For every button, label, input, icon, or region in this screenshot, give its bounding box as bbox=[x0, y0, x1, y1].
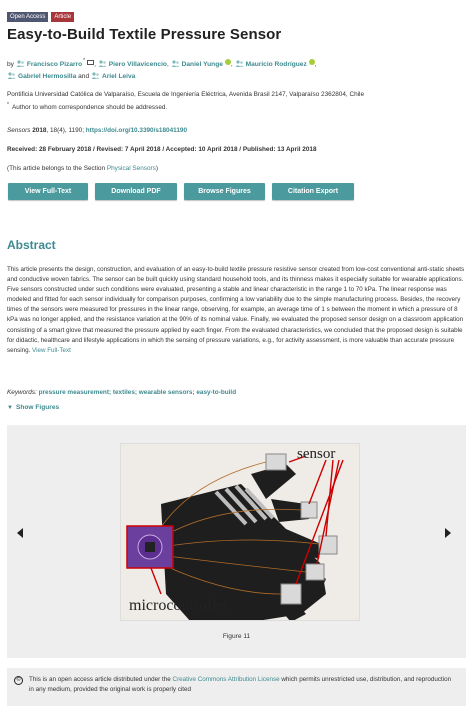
affiliation: Pontificia Universidad Católica de Valpa… bbox=[7, 90, 364, 113]
keywords-list[interactable]: pressure measurement; textiles; wearable… bbox=[39, 389, 236, 396]
and-label: and bbox=[78, 73, 90, 80]
author-name[interactable]: Piero Villavicencio bbox=[109, 61, 167, 68]
figure-image[interactable]: sensor microcontroller bbox=[120, 443, 360, 621]
badges: Open Access Article bbox=[7, 12, 75, 22]
section-prefix: (This article belongs to the Section bbox=[7, 165, 107, 172]
author-name[interactable]: Francisco Pizarro bbox=[27, 61, 82, 68]
journal-name: Sensors bbox=[7, 127, 31, 134]
author-item[interactable]: Mauricio Rodríguez, bbox=[235, 59, 317, 68]
citation-line: Sensors 2018, 18(4), 1190; https://doi.o… bbox=[7, 127, 187, 134]
show-figures-label: Show Figures bbox=[15, 404, 60, 411]
show-figures-toggle[interactable]: ▼ Show Figures bbox=[7, 404, 59, 411]
author-icon bbox=[235, 60, 244, 67]
author-name[interactable]: Gabriel Hermosilla bbox=[18, 73, 76, 80]
sensor-label: sensor bbox=[297, 446, 335, 462]
doi-link[interactable]: https://doi.org/10.3390/s18041190 bbox=[86, 127, 187, 134]
citation-export-button[interactable]: Citation Export bbox=[272, 183, 354, 200]
correspondence-note: * Author to whom correspondence should be… bbox=[7, 100, 364, 113]
sensor-pad bbox=[265, 453, 287, 471]
open-access-badge[interactable]: Open Access bbox=[7, 12, 49, 22]
author-icon bbox=[171, 60, 180, 67]
publication-dates: Received: 28 February 2018 / Revised: 7 … bbox=[7, 146, 317, 153]
author-item[interactable]: Piero Villavicencio, bbox=[98, 60, 171, 68]
view-full-text-link[interactable]: View Full-Text bbox=[32, 347, 71, 354]
license-box: © This is an open access article distrib… bbox=[7, 668, 466, 706]
glove-photo: sensor microcontroller bbox=[121, 444, 359, 620]
author-item[interactable]: Daniel Yunge, bbox=[171, 59, 235, 68]
correspondence-text: Author to whom correspondence should be … bbox=[11, 104, 168, 111]
author-item[interactable]: Ariel Leiva bbox=[91, 72, 135, 80]
view-full-text-button[interactable]: View Full-Text bbox=[8, 183, 88, 200]
license-prefix: This is an open access article distribut… bbox=[29, 676, 173, 683]
license-link[interactable]: Creative Commons Attribution License bbox=[173, 676, 280, 683]
mail-icon[interactable] bbox=[87, 60, 95, 65]
browse-figures-button[interactable]: Browse Figures bbox=[184, 183, 265, 200]
by-label: by bbox=[7, 61, 14, 68]
article-page: Open Access Article Easy-to-Build Textil… bbox=[0, 0, 475, 716]
previous-arrow-icon[interactable] bbox=[17, 528, 23, 538]
sensor-pad bbox=[305, 563, 325, 581]
volume-pages: , 18(4), 1190; bbox=[46, 127, 84, 134]
keywords-label: Keywords: bbox=[7, 389, 37, 396]
author-icon bbox=[16, 60, 25, 67]
creative-commons-icon: © bbox=[14, 676, 23, 685]
author-icon bbox=[7, 72, 16, 79]
author-list: by Francisco Pizarro*, Piero Villavicenc… bbox=[7, 55, 447, 83]
citation-year: 2018 bbox=[32, 127, 47, 134]
next-arrow-icon[interactable] bbox=[445, 528, 451, 538]
abstract-body: This article presents the design, constr… bbox=[7, 265, 467, 356]
author-name[interactable]: Mauricio Rodríguez bbox=[246, 61, 307, 68]
section-suffix: ) bbox=[155, 165, 158, 172]
author-name[interactable]: Daniel Yunge bbox=[182, 61, 223, 68]
author-item[interactable]: Francisco Pizarro*, bbox=[16, 58, 98, 68]
abstract-heading: Abstract bbox=[7, 238, 56, 252]
section-link[interactable]: Physical Sensors bbox=[107, 165, 156, 172]
triangle-down-icon: ▼ bbox=[7, 405, 13, 411]
orcid-icon[interactable] bbox=[224, 59, 231, 65]
figure-caption: Figure 11 bbox=[222, 633, 251, 640]
correspondence-mark: * bbox=[7, 102, 9, 108]
article-type-badge: Article bbox=[51, 12, 75, 22]
keywords: Keywords: pressure measurement; textiles… bbox=[7, 389, 236, 396]
orcid-icon[interactable] bbox=[308, 59, 315, 65]
author-icon bbox=[91, 72, 100, 79]
download-pdf-button[interactable]: Download PDF bbox=[95, 183, 177, 200]
corresponding-mark: * bbox=[83, 58, 86, 64]
abstract-text: This article presents the design, constr… bbox=[7, 266, 465, 354]
action-buttons: View Full-Text Download PDF Browse Figur… bbox=[8, 183, 354, 200]
article-title: Easy-to-Build Textile Pressure Sensor bbox=[7, 26, 282, 43]
microcontroller-label: microcontroller bbox=[129, 597, 229, 614]
author-name[interactable]: Ariel Leiva bbox=[102, 73, 135, 80]
sensor-pad bbox=[280, 583, 302, 605]
author-item[interactable]: Gabriel Hermosilla bbox=[7, 72, 78, 80]
figure-viewer: sensor microcontroller Figure 11 bbox=[7, 425, 466, 658]
author-icon bbox=[98, 60, 107, 67]
section-note: (This article belongs to the Section Phy… bbox=[7, 165, 158, 172]
affiliation-line: Pontificia Universidad Católica de Valpa… bbox=[7, 91, 365, 98]
sensor-pad bbox=[300, 501, 318, 519]
